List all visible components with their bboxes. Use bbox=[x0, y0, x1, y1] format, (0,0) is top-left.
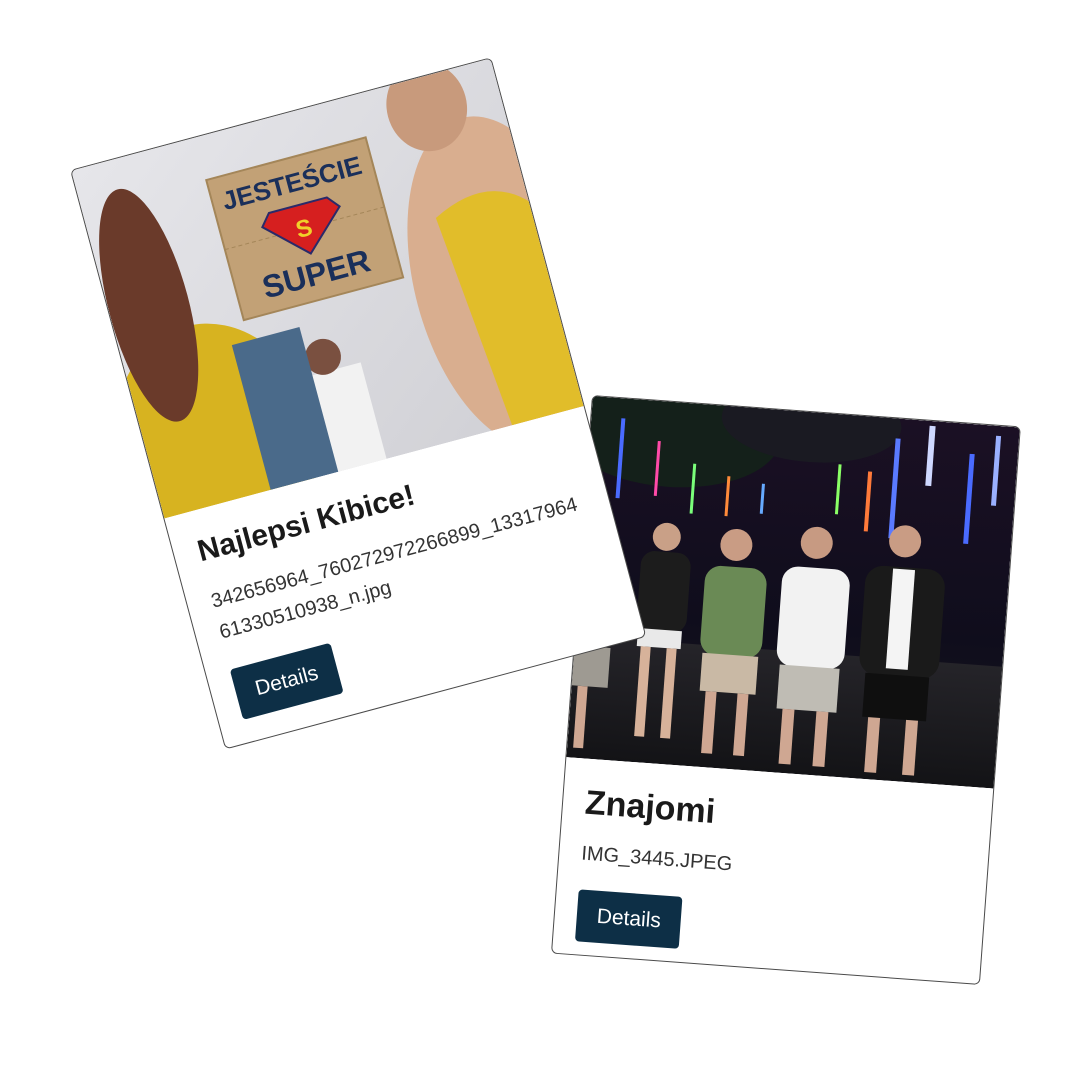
card-body: Znajomi IMG_3445.JPEG Details bbox=[553, 782, 991, 971]
photo-card-najlepsi-kibice: JESTEŚCIE S SUPER Najlepsi Kibice! 34265… bbox=[70, 57, 647, 750]
card-photo-fans-sign[interactable]: JESTEŚCIE S SUPER bbox=[71, 58, 584, 519]
gallery-stage: Znajomi IMG_3445.JPEG Details JESTEŚCIE … bbox=[0, 0, 1080, 1080]
details-button[interactable]: Details bbox=[574, 889, 683, 949]
card-filename: IMG_3445.JPEG bbox=[580, 842, 733, 876]
card-title: Znajomi bbox=[583, 783, 717, 832]
fans-sign-photo: JESTEŚCIE S SUPER bbox=[71, 58, 584, 519]
photo-card-znajomi: Znajomi IMG_3445.JPEG Details bbox=[550, 395, 1021, 985]
details-button[interactable]: Details bbox=[229, 642, 344, 720]
